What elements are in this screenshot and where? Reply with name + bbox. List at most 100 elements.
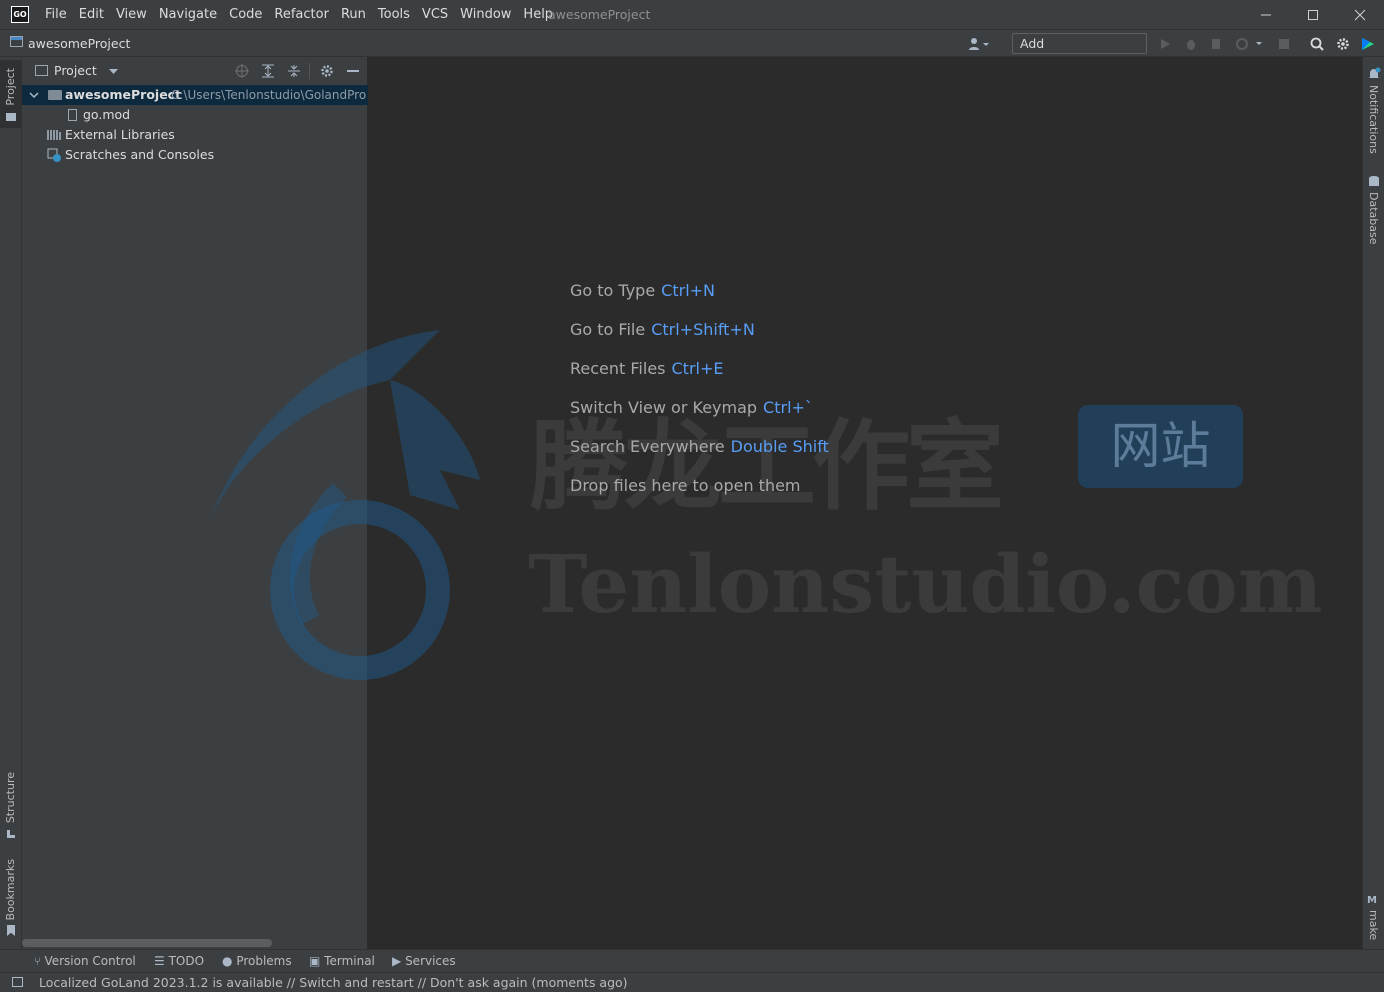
project-folder-icon — [10, 36, 23, 47]
tool-tab-database[interactable]: Database — [1366, 175, 1384, 245]
tool-tab-project[interactable]: Project — [0, 60, 21, 128]
terminal-icon: ▣ — [309, 954, 321, 968]
tree-node-gomod[interactable]: go.mod — [22, 105, 368, 125]
tab-problems[interactable]: ● Problems — [222, 950, 292, 973]
coverage-button[interactable] — [1208, 35, 1226, 53]
hint-drop-files: Drop files here to open them — [570, 476, 801, 495]
settings-button[interactable] — [1334, 35, 1352, 53]
profiler-dropdown-icon — [1236, 38, 1262, 50]
status-message[interactable]: Localized GoLand 2023.1.2 is available /… — [39, 973, 628, 992]
vcs-user-button[interactable] — [966, 35, 992, 53]
close-button[interactable] — [1337, 0, 1383, 29]
tree-node-root[interactable]: awesomeProject C:\Users\Tenlonstudio\Gol… — [22, 85, 368, 105]
editor-empty-area[interactable]: 腾龙工作室 网站 Tenlonstudio.com Go to Type Ctrl… — [368, 57, 1362, 949]
right-tool-stripe: Notifications Database M make — [1362, 57, 1384, 949]
tab-services[interactable]: ▶ Services — [392, 950, 456, 973]
tab-label: Version Control — [44, 954, 136, 968]
stop-button[interactable] — [1275, 35, 1293, 53]
window-title: awesomeProject — [548, 7, 651, 22]
tool-tab-make-label: make — [1367, 910, 1380, 941]
collapse-all-button[interactable] — [286, 63, 302, 79]
hint-shortcut: Ctrl+E — [671, 359, 724, 378]
status-bar: Localized GoLand 2023.1.2 is available /… — [0, 972, 1384, 992]
left-tool-stripe: Project Structure Bookmarks — [0, 57, 22, 949]
tab-version-control[interactable]: ⑂ Version Control — [34, 950, 136, 973]
tool-tab-make[interactable]: M make — [1366, 895, 1384, 943]
profile-button[interactable] — [1234, 35, 1266, 53]
menu-edit[interactable]: Edit — [79, 0, 104, 29]
hint-shortcut: Ctrl+Shift+N — [651, 320, 755, 339]
tool-tab-project-label: Project — [4, 68, 17, 106]
project-view-selector[interactable]: Project — [54, 57, 97, 85]
tab-label: Services — [405, 954, 456, 968]
tab-terminal[interactable]: ▣ Terminal — [309, 950, 375, 973]
tree-label: awesomeProject — [65, 87, 182, 102]
menu-refactor[interactable]: Refactor — [274, 0, 329, 29]
tool-tab-notifications[interactable]: Notifications — [1366, 67, 1384, 157]
breadcrumb-project[interactable]: awesomeProject — [28, 30, 130, 57]
search-everywhere-button[interactable] — [1308, 35, 1326, 53]
debug-button[interactable] — [1182, 35, 1200, 53]
minimize-icon — [347, 70, 359, 72]
menu-vcs[interactable]: VCS — [422, 0, 448, 29]
horizontal-scrollbar[interactable] — [22, 939, 272, 947]
project-view-icon — [35, 65, 48, 76]
add-configuration-button[interactable]: Add Configuration... — [1012, 33, 1147, 71]
chevron-down-icon[interactable] — [29, 92, 39, 99]
expand-all-icon — [262, 64, 274, 78]
minimize-button[interactable] — [1243, 0, 1289, 29]
crosshair-icon — [235, 64, 249, 78]
tool-tab-structure[interactable]: Structure — [0, 772, 21, 842]
menu-tools[interactable]: Tools — [378, 0, 410, 29]
menu-window[interactable]: Window — [460, 0, 511, 29]
tree-node-external-libraries[interactable]: External Libraries — [22, 125, 368, 145]
hint-recent-files: Recent Files Ctrl+E — [570, 359, 723, 378]
tool-tab-notifications-label: Notifications — [1367, 85, 1380, 154]
run-icon — [1161, 39, 1170, 49]
file-icon — [68, 109, 77, 121]
branch-icon: ⑂ — [34, 955, 41, 968]
menu-run[interactable]: Run — [341, 0, 366, 29]
jetbrains-toolbox-button[interactable] — [1359, 35, 1377, 53]
toolbox-logo-icon — [1362, 38, 1374, 50]
database-icon — [1369, 176, 1379, 186]
watermark-badge-text: 网站 — [1110, 417, 1211, 475]
make-icon: M — [1367, 895, 1377, 906]
chevron-down-icon[interactable] — [109, 69, 118, 75]
bookmark-icon — [7, 925, 15, 936]
toggle-tool-windows-icon[interactable] — [12, 977, 23, 987]
tree-node-scratches[interactable]: Scratches and Consoles — [22, 145, 368, 165]
title-bar: GO File Edit View Navigate Code Refactor… — [0, 0, 1384, 29]
hint-go-to-file: Go to File Ctrl+Shift+N — [570, 320, 755, 339]
tree-label: Scratches and Consoles — [65, 147, 215, 162]
library-icon — [47, 130, 61, 140]
watermark-badge: 网站 — [1078, 405, 1243, 488]
tab-label: TODO — [168, 954, 205, 968]
tree-label: External Libraries — [65, 127, 175, 142]
project-panel-header: Project — [22, 57, 368, 85]
panel-options-button[interactable] — [319, 63, 335, 79]
tab-label: Terminal — [324, 954, 375, 968]
menu-file[interactable]: File — [45, 0, 67, 29]
hint-label: Switch View or Keymap — [570, 398, 758, 417]
goland-logo-icon: GO — [11, 6, 29, 23]
hide-panel-button[interactable] — [345, 63, 361, 79]
menu-view[interactable]: View — [116, 0, 147, 29]
hint-label: Search Everywhere — [570, 437, 725, 456]
hint-label: Go to File — [570, 320, 646, 339]
gear-icon — [1337, 38, 1349, 50]
run-button[interactable] — [1156, 35, 1174, 53]
hint-shortcut: Ctrl+` — [763, 398, 813, 417]
tree-path: C:\Users\Tenlonstudio\GolandPro — [171, 88, 367, 102]
tab-todo[interactable]: ☰ TODO — [154, 950, 204, 973]
tool-tab-bookmarks[interactable]: Bookmarks — [0, 859, 21, 943]
expand-all-button[interactable] — [260, 63, 276, 79]
menu-code[interactable]: Code — [229, 0, 262, 29]
menu-navigate[interactable]: Navigate — [159, 0, 217, 29]
folder-icon — [6, 113, 16, 121]
header-divider — [309, 63, 310, 79]
collapse-all-icon — [288, 65, 300, 77]
hint-label: Recent Files — [570, 359, 666, 378]
select-opened-file-button[interactable] — [234, 63, 250, 79]
maximize-button[interactable] — [1290, 0, 1336, 29]
